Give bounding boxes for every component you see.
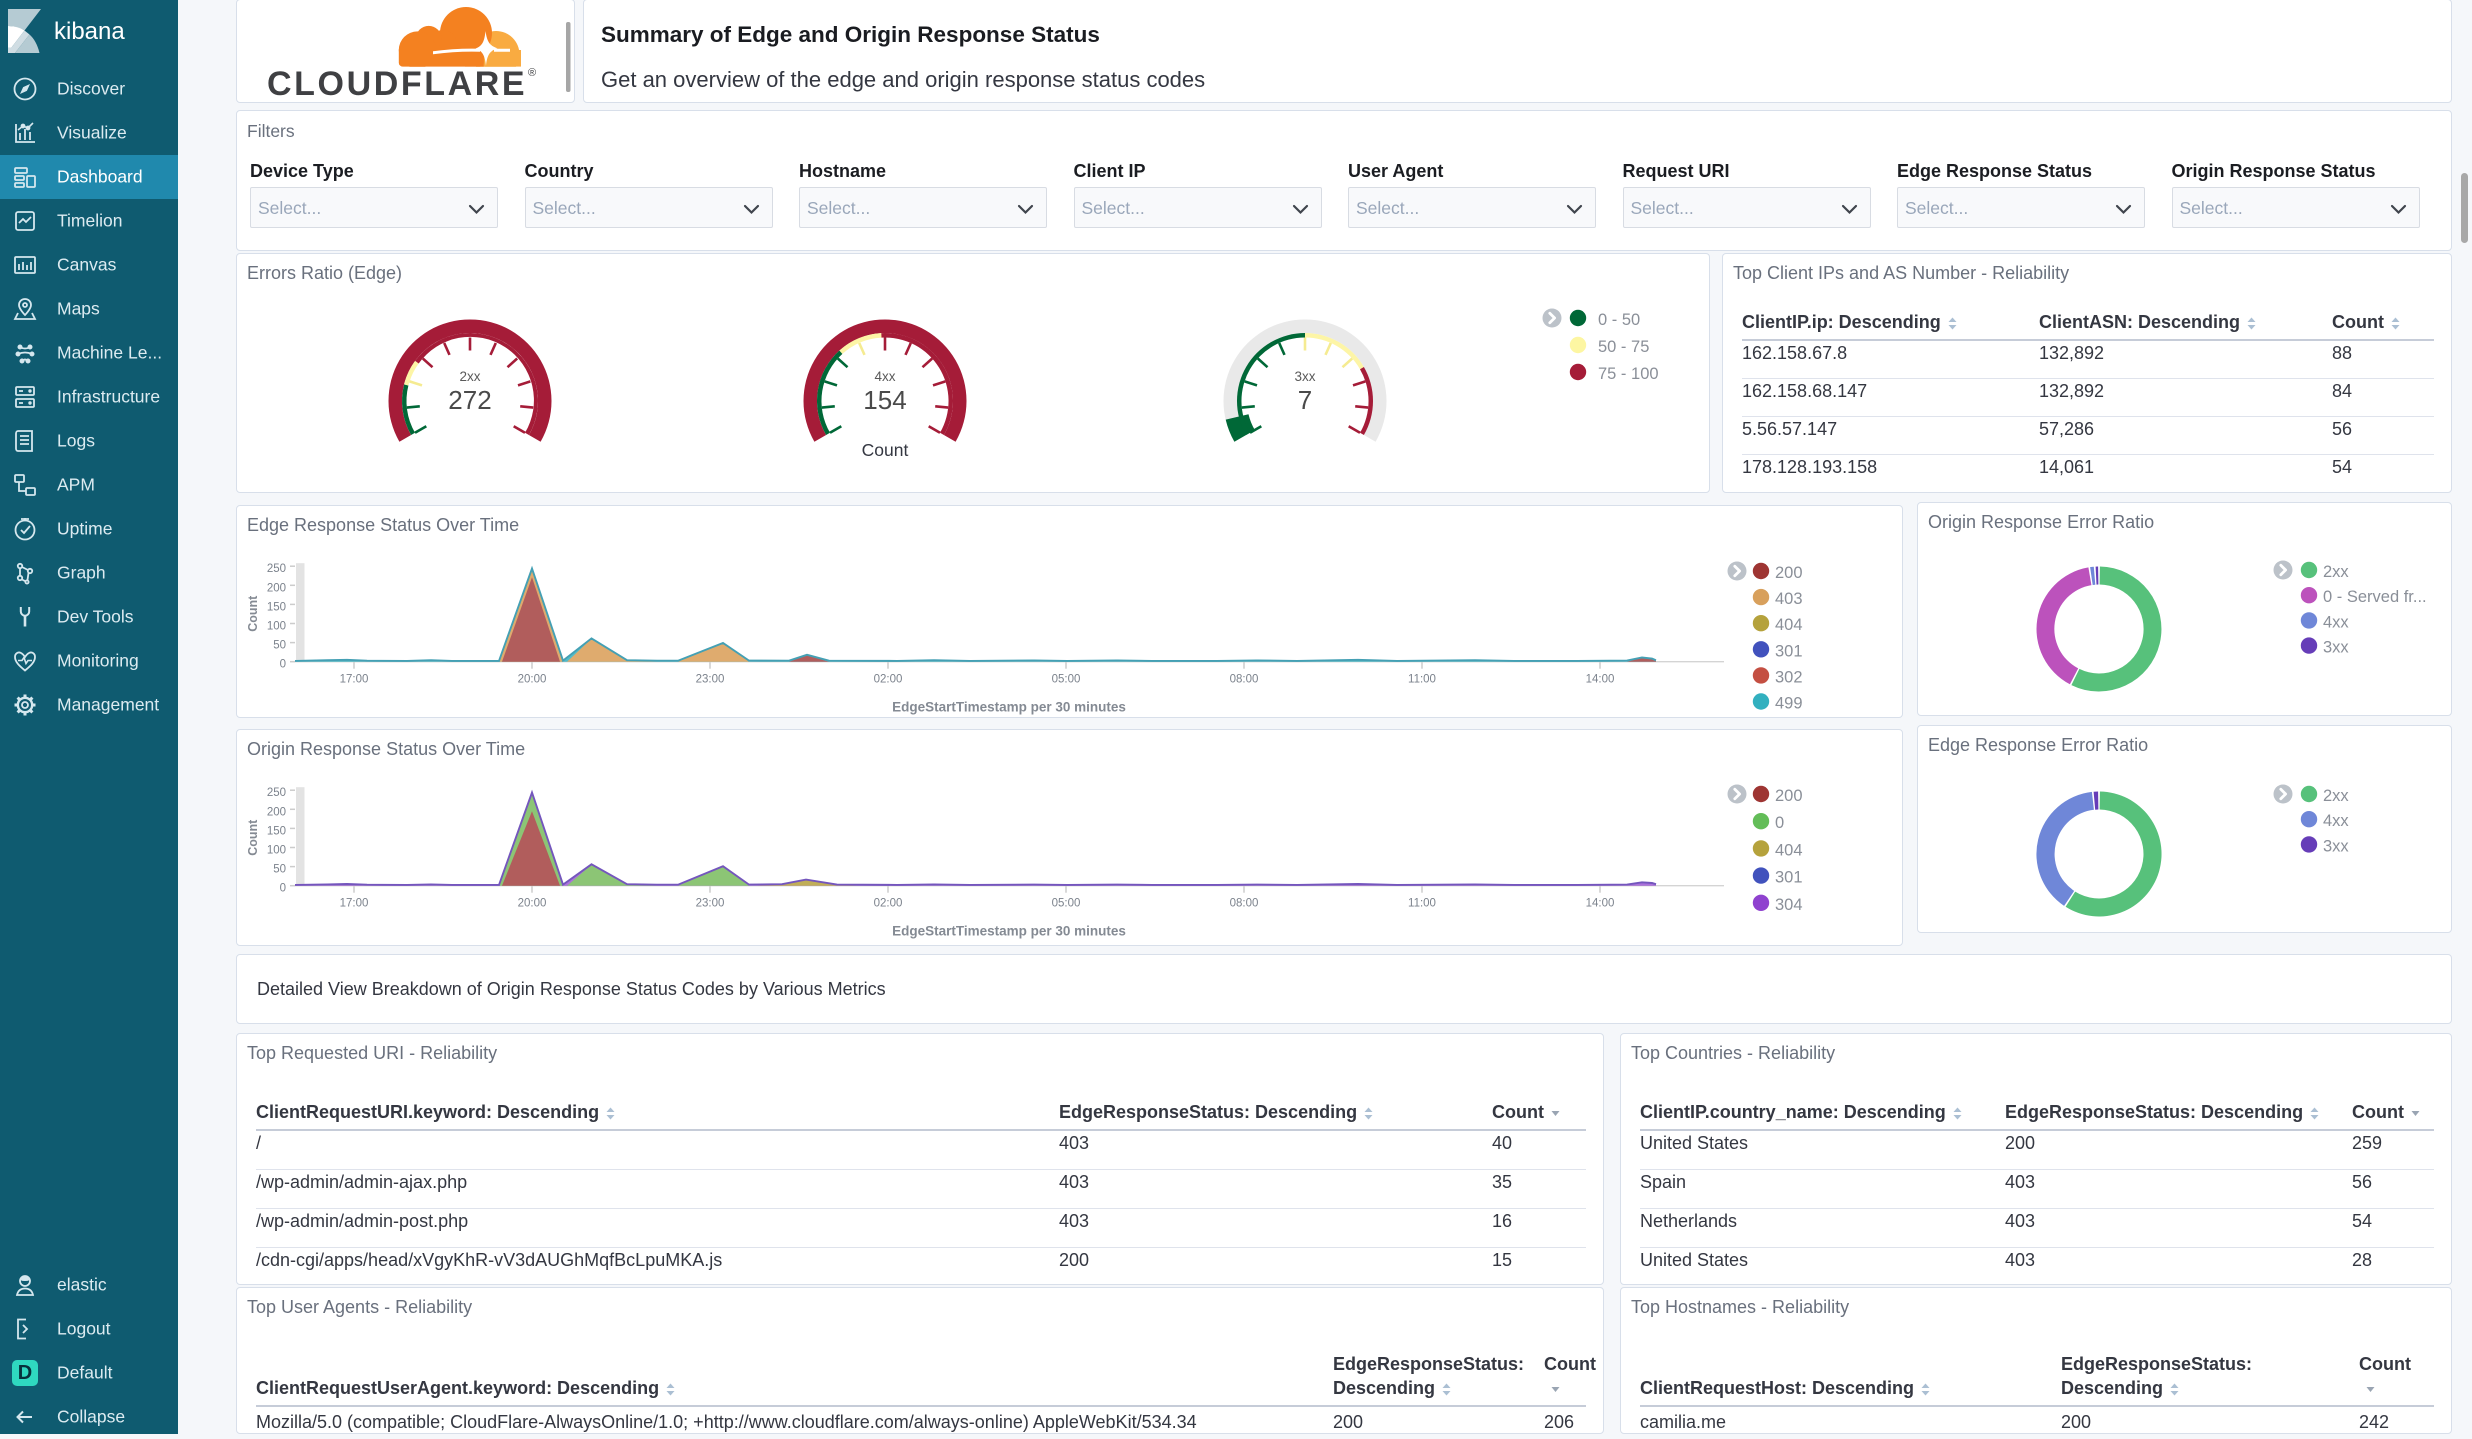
svg-text:7: 7 [1298, 385, 1312, 415]
svg-text:17:00: 17:00 [340, 674, 369, 686]
svg-text:0: 0 [280, 659, 286, 671]
svg-text:23:00: 23:00 [696, 898, 725, 910]
svg-text:EdgeStartTimestamp per 30 minu: EdgeStartTimestamp per 30 minutes [892, 924, 1126, 939]
svg-text:CLOUDFLARE: CLOUDFLARE [267, 65, 527, 103]
svg-text:11:00: 11:00 [1408, 898, 1436, 910]
svg-text:250: 250 [267, 787, 286, 799]
svg-text:499: 499 [1775, 695, 1803, 713]
svg-text:154: 154 [863, 385, 906, 415]
svg-text:0: 0 [280, 883, 286, 895]
svg-text:kibana: kibana [54, 18, 125, 45]
svg-text:200: 200 [267, 582, 286, 594]
svg-text:14:00: 14:00 [1586, 674, 1615, 686]
svg-text:®: ® [528, 67, 536, 79]
svg-text:272: 272 [448, 385, 491, 415]
svg-text:250: 250 [267, 563, 286, 575]
svg-text:20:00: 20:00 [518, 898, 547, 910]
svg-text:2xx: 2xx [2323, 787, 2349, 805]
svg-text:404: 404 [1775, 616, 1803, 634]
svg-text:05:00: 05:00 [1052, 674, 1081, 686]
svg-text:4xx: 4xx [874, 369, 895, 384]
svg-text:200: 200 [1775, 564, 1803, 582]
svg-text:75 - 100: 75 - 100 [1598, 365, 1659, 383]
svg-text:100: 100 [267, 845, 286, 857]
svg-text:05:00: 05:00 [1052, 898, 1081, 910]
svg-text:3xx: 3xx [2323, 639, 2349, 657]
svg-text:02:00: 02:00 [874, 898, 903, 910]
svg-text:17:00: 17:00 [340, 898, 369, 910]
svg-text:2xx: 2xx [2323, 563, 2349, 581]
svg-text:0 - Served fr...: 0 - Served fr... [2323, 588, 2427, 606]
svg-text:20:00: 20:00 [518, 674, 547, 686]
svg-text:08:00: 08:00 [1230, 674, 1259, 686]
svg-text:50: 50 [273, 640, 286, 652]
svg-text:404: 404 [1775, 841, 1803, 859]
svg-text:0: 0 [1775, 814, 1784, 832]
svg-text:02:00: 02:00 [874, 674, 903, 686]
svg-text:4xx: 4xx [2323, 812, 2349, 830]
svg-text:100: 100 [267, 621, 286, 633]
svg-text:11:00: 11:00 [1408, 674, 1436, 686]
svg-text:Count: Count [246, 595, 260, 632]
svg-text:50 - 75: 50 - 75 [1598, 338, 1649, 356]
svg-text:2xx: 2xx [459, 369, 480, 384]
svg-text:EdgeStartTimestamp per 30 minu: EdgeStartTimestamp per 30 minutes [892, 700, 1126, 715]
svg-text:150: 150 [267, 825, 286, 837]
svg-text:50: 50 [273, 864, 286, 876]
svg-text:Count: Count [246, 819, 260, 856]
svg-text:304: 304 [1775, 896, 1803, 914]
svg-text:200: 200 [267, 806, 286, 818]
svg-text:08:00: 08:00 [1230, 898, 1259, 910]
svg-text:4xx: 4xx [2323, 613, 2349, 631]
svg-text:301: 301 [1775, 642, 1803, 660]
svg-text:301: 301 [1775, 869, 1803, 887]
svg-text:150: 150 [267, 601, 286, 613]
svg-text:14:00: 14:00 [1586, 898, 1615, 910]
svg-text:302: 302 [1775, 668, 1803, 686]
svg-text:23:00: 23:00 [696, 674, 725, 686]
svg-text:0 - 50: 0 - 50 [1598, 311, 1640, 329]
svg-text:3xx: 3xx [1294, 369, 1315, 384]
svg-text:200: 200 [1775, 787, 1803, 805]
svg-text:Count: Count [862, 440, 909, 460]
svg-text:403: 403 [1775, 590, 1803, 608]
svg-text:3xx: 3xx [2323, 837, 2349, 855]
